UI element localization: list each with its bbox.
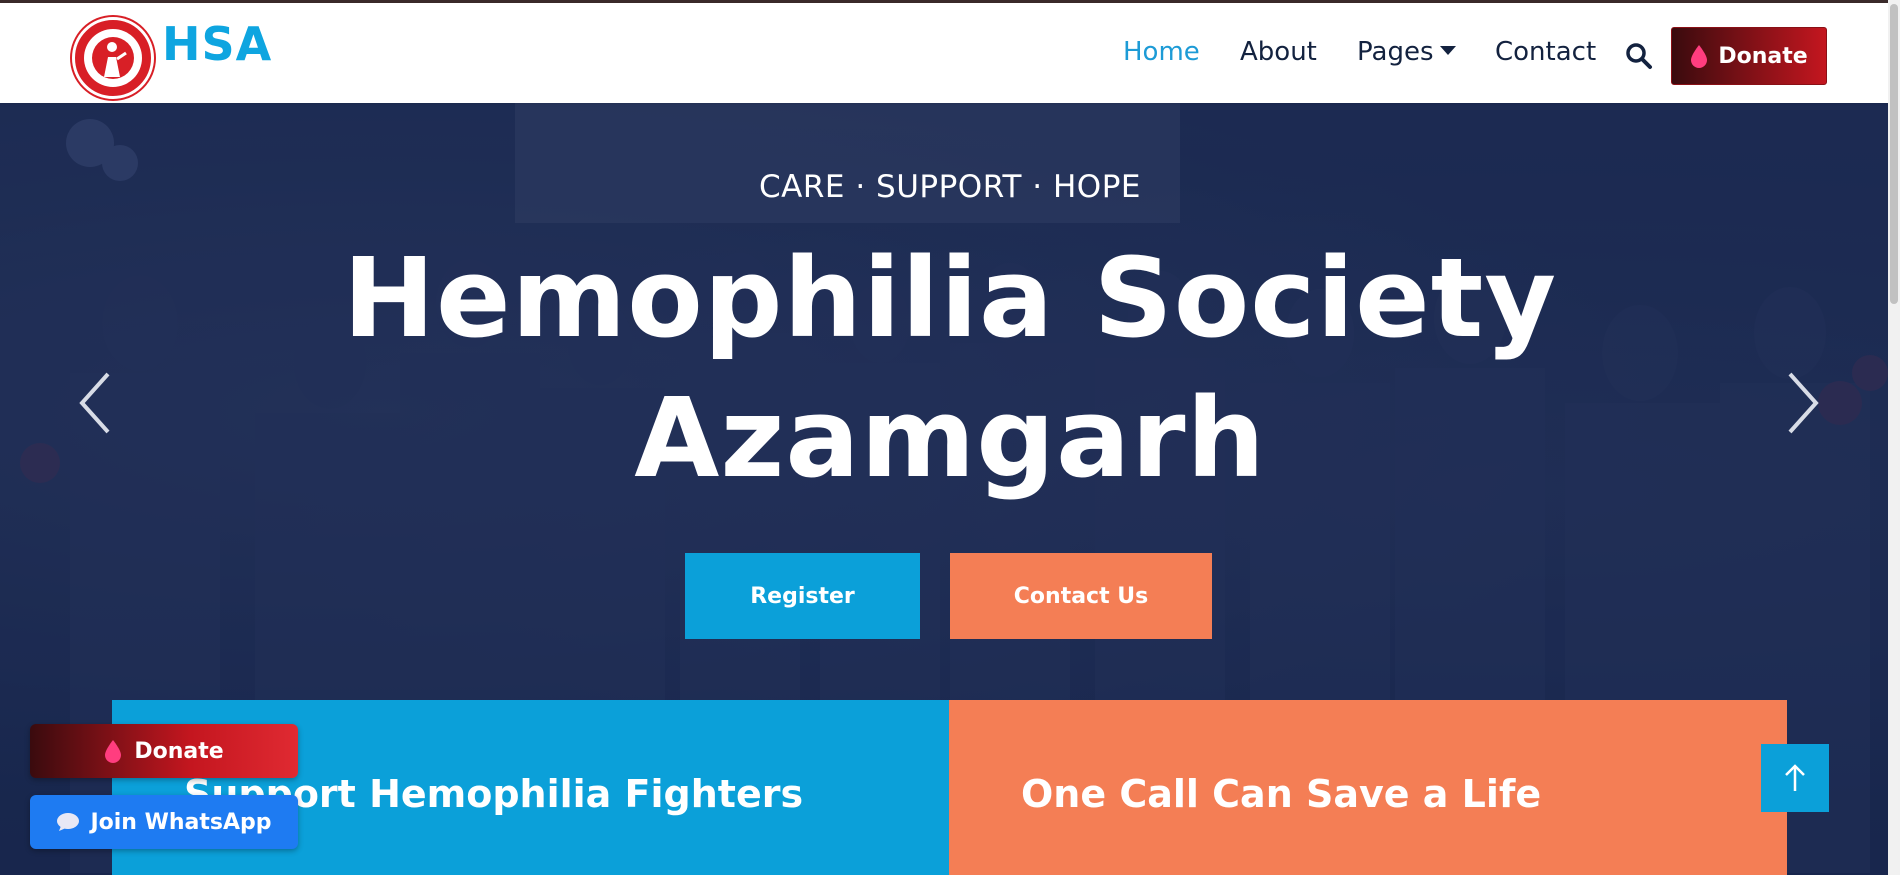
nav-pages[interactable]: Pages <box>1357 37 1456 67</box>
save-a-life-card: One Call Can Save a Life <box>949 700 1787 875</box>
logo[interactable] <box>72 17 154 99</box>
contact-us-button[interactable]: Contact Us <box>950 553 1212 639</box>
hero-title: Hemophilia Society Azamgarh <box>0 228 1900 508</box>
page-scrollbar-thumb[interactable] <box>1890 4 1898 304</box>
nav-pages-label: Pages <box>1357 37 1434 67</box>
brand-name[interactable]: HSA <box>162 17 272 71</box>
nav-about[interactable]: About <box>1240 37 1317 67</box>
join-whatsapp-button[interactable]: Join WhatsApp <box>30 795 298 849</box>
register-button[interactable]: Register <box>685 553 920 639</box>
chevron-left-icon[interactable] <box>76 368 116 438</box>
hero-title-line2: Azamgarh <box>634 374 1266 502</box>
chevron-down-icon <box>1439 46 1456 55</box>
search-icon[interactable] <box>1624 41 1654 71</box>
floating-donate-button[interactable]: Donate <box>30 724 298 778</box>
floating-donate-label: Donate <box>134 738 224 764</box>
logo-figure-icon <box>92 37 134 79</box>
donate-label: Donate <box>1718 43 1808 69</box>
blood-drop-icon <box>1691 45 1708 68</box>
save-a-life-title: One Call Can Save a Life <box>1021 772 1542 816</box>
donate-button[interactable]: Donate <box>1671 27 1827 85</box>
hero-title-line1: Hemophilia Society <box>342 234 1558 362</box>
navbar: HSA Home About Pages Contact Donate <box>0 3 1900 103</box>
hero-tagline: CARE · SUPPORT · HOPE <box>759 169 1141 205</box>
back-to-top-button[interactable] <box>1761 744 1829 812</box>
chevron-right-icon[interactable] <box>1782 368 1822 438</box>
join-whatsapp-label: Join WhatsApp <box>90 809 272 835</box>
nav-home[interactable]: Home <box>1123 37 1200 67</box>
blood-drop-icon <box>105 740 122 763</box>
chat-bubble-icon <box>57 813 80 831</box>
nav-contact[interactable]: Contact <box>1495 37 1596 67</box>
arrow-up-icon <box>1785 764 1805 791</box>
